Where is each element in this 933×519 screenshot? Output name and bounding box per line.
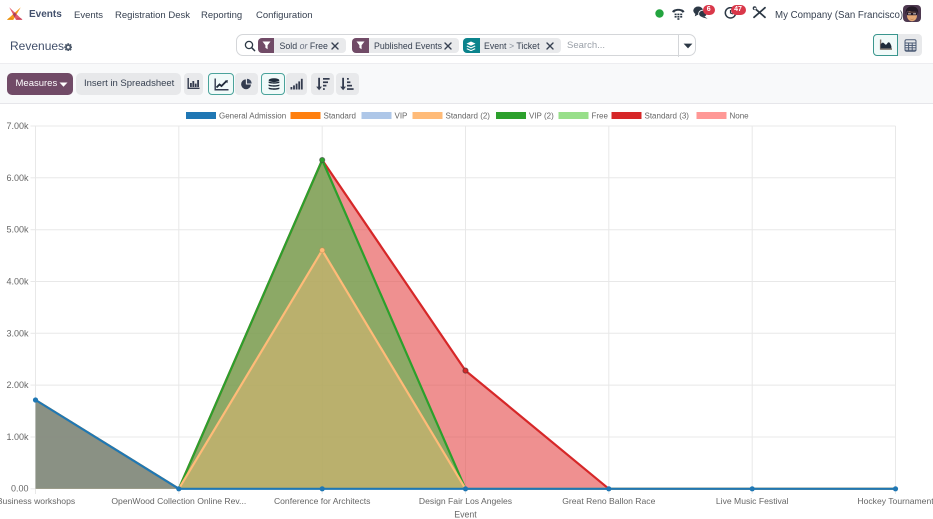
svg-text:6.00k: 6.00k <box>6 173 29 183</box>
svg-text:2.00k: 2.00k <box>6 380 29 390</box>
svg-text:Standard: Standard <box>324 112 356 121</box>
svg-text:Design Fair Los Angeles: Design Fair Los Angeles <box>419 496 512 506</box>
svg-text:Standard (2): Standard (2) <box>446 112 491 121</box>
svg-text:1.00k: 1.00k <box>6 432 29 442</box>
svg-text:Live Music Festival: Live Music Festival <box>716 496 789 506</box>
svg-text:4.00k: 4.00k <box>6 277 29 287</box>
svg-text:VIP (2): VIP (2) <box>529 112 554 121</box>
svg-text:General Admission: General Admission <box>219 112 286 121</box>
svg-text:VIP: VIP <box>395 112 408 121</box>
svg-text:Standard (3): Standard (3) <box>645 112 690 121</box>
svg-text:5.00k: 5.00k <box>6 225 29 235</box>
svg-text:Event: Event <box>454 510 477 519</box>
svg-text:0.00: 0.00 <box>11 484 29 494</box>
svg-text:OpenWood Collection Online Rev: OpenWood Collection Online Rev... <box>111 496 246 506</box>
svg-text:Business workshops: Business workshops <box>0 496 75 506</box>
svg-text:Free: Free <box>592 112 609 121</box>
svg-text:Hockey Tournament: Hockey Tournament <box>857 496 933 506</box>
svg-text:Great Reno Ballon Race: Great Reno Ballon Race <box>562 496 655 506</box>
svg-text:3.00k: 3.00k <box>6 328 29 338</box>
svg-text:7.00k: 7.00k <box>6 121 29 131</box>
svg-text:Conference for Architects: Conference for Architects <box>274 496 371 506</box>
svg-text:None: None <box>730 112 750 121</box>
